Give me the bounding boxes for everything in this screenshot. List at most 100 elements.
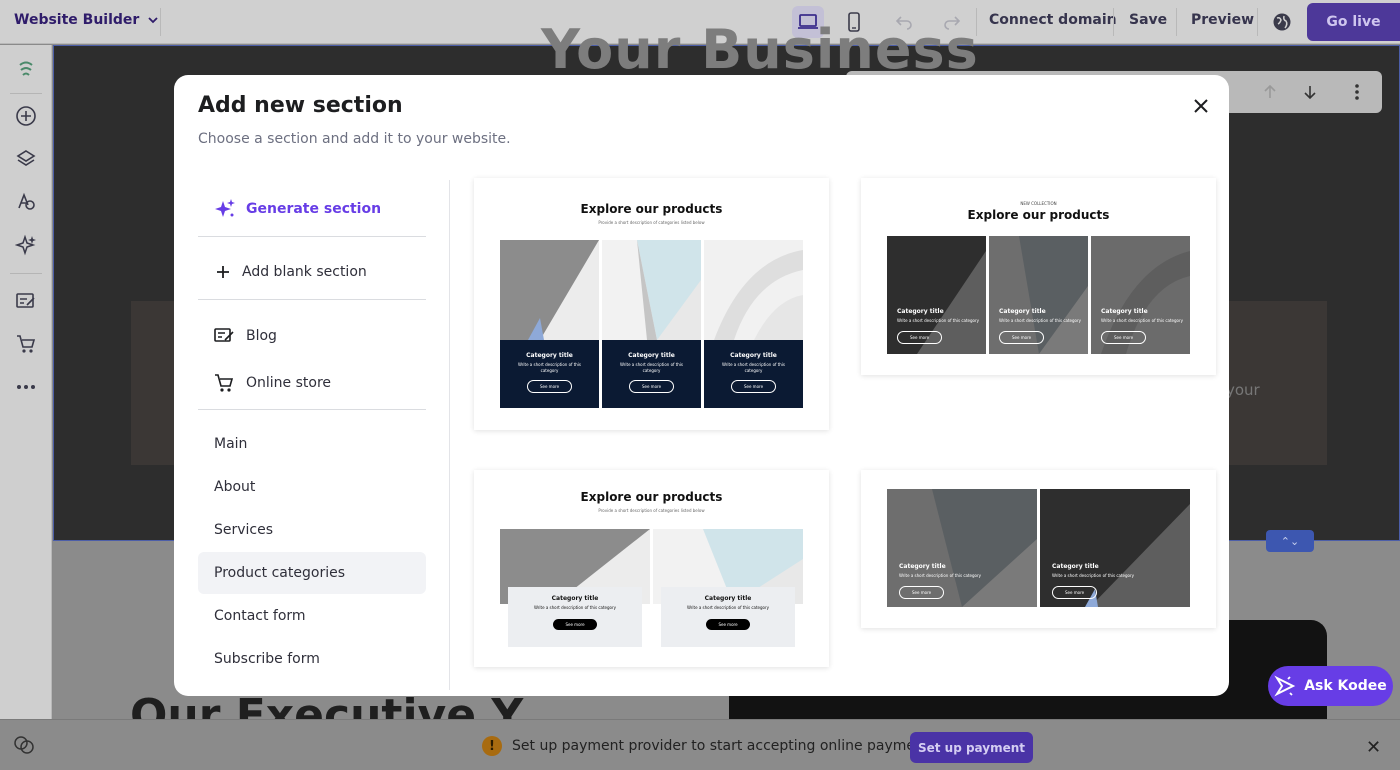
blog-icon[interactable] (12, 287, 40, 315)
category-tile: Category title Write a short description… (602, 240, 701, 408)
category-tile: Category title Write a short description… (653, 529, 803, 647)
see-more-button: See more (999, 330, 1045, 344)
category-description: Write a short description of this catego… (534, 605, 616, 610)
preview-kicker: NEW COLLECTION (1020, 201, 1057, 206)
website-builder-menu[interactable]: Website Builder (14, 12, 159, 28)
save-button[interactable]: Save (1129, 12, 1167, 28)
category-panel: Category title Write a short description… (887, 563, 1037, 599)
ask-kodee-button[interactable]: Ask Kodee (1268, 666, 1393, 706)
plus-icon (217, 266, 229, 278)
preview-description: Provide a short description of categorie… (598, 508, 705, 513)
category-title: Category title (628, 352, 675, 359)
menu-item-product-categories[interactable]: Product categories (198, 552, 426, 594)
close-icon[interactable] (1188, 93, 1214, 119)
see-more-button: See more (526, 380, 573, 394)
setup-payment-button[interactable]: Set up payment (910, 732, 1033, 763)
see-more-button: See more (1101, 330, 1147, 344)
category-description: Write a short description of this catego… (619, 362, 684, 373)
warning-icon: ! (482, 736, 502, 756)
menu-item-subscribe-form[interactable]: Subscribe form (198, 638, 426, 680)
logo-icon (12, 55, 40, 83)
menu-divider (198, 409, 426, 410)
payment-notice: ! Set up payment provider to start accep… (482, 736, 937, 756)
arrow-down-icon (1304, 86, 1316, 100)
see-more-button: See more (730, 380, 777, 394)
category-title: Category title (730, 352, 777, 359)
add-blank-section-label: Add blank section (242, 264, 367, 280)
category-description: Write a short description of this catego… (721, 362, 786, 373)
category-tile: Category title Write a short description… (500, 240, 599, 408)
collapse-section-icon: ⌃⌄ (1266, 530, 1314, 552)
preview-description: Provide a short description of categorie… (598, 220, 705, 225)
section-preview-card-2[interactable]: NEW COLLECTION Explore our products Cate… (861, 178, 1216, 375)
category-title: Category title (1052, 563, 1099, 570)
menu-item-blog[interactable]: Blog (198, 315, 426, 357)
close-notice-icon[interactable]: ✕ (1366, 737, 1381, 758)
generate-section-label: Generate section (246, 201, 382, 217)
category-tile: Category title Write a short description… (1091, 236, 1190, 354)
category-tile: Category title Write a short description… (887, 489, 1037, 607)
category-description: Write a short description of this catego… (999, 318, 1081, 323)
category-panel: Category title Write a short description… (989, 308, 1088, 344)
category-title: Category title (704, 595, 752, 602)
category-description: Write a short description of this catego… (517, 362, 582, 373)
more-icon[interactable] (12, 373, 40, 401)
menu-item-online-store[interactable]: Online store (198, 362, 426, 404)
left-rail (0, 45, 52, 770)
add-element-icon[interactable] (12, 102, 40, 130)
preview-title: Explore our products (967, 208, 1110, 222)
generate-section-button[interactable]: Generate section (198, 188, 426, 230)
add-blank-section-button[interactable]: Add blank section (198, 251, 426, 293)
category-panel: Category title Write a short description… (500, 340, 599, 408)
kebab-menu-icon (1355, 84, 1359, 100)
menu-item-services[interactable]: Services (198, 509, 426, 551)
menu-divider (198, 299, 426, 300)
help-icon[interactable] (12, 734, 36, 760)
bottom-notice-bar: ! Set up payment provider to start accep… (0, 719, 1400, 770)
layers-icon[interactable] (12, 145, 40, 173)
category-panel: Category title Write a short description… (1091, 308, 1190, 344)
category-panel: Category title Write a short description… (661, 587, 795, 647)
category-tile: Category title Write a short description… (887, 236, 986, 354)
category-panel: Category title Write a short description… (602, 340, 701, 408)
ai-tools-icon[interactable] (12, 231, 40, 259)
sparkle-icon (215, 199, 235, 217)
hero-snippet: your (1226, 381, 1260, 399)
preview-button[interactable]: Preview (1191, 12, 1254, 28)
menu-item-label: Online store (246, 375, 332, 391)
see-more-button: See more (1052, 585, 1098, 599)
add-section-modal: Add new section Choose a section and add… (174, 75, 1229, 696)
styles-icon[interactable] (12, 188, 40, 216)
store-icon[interactable] (12, 330, 40, 358)
section-preview-card-4[interactable]: Category title Write a short description… (861, 470, 1216, 628)
blog-icon (214, 328, 234, 342)
see-more-button: See more (706, 618, 750, 630)
category-tile: Category title Write a short description… (1040, 489, 1190, 607)
section-preview-card-1[interactable]: Explore our products Provide a short des… (474, 178, 829, 430)
category-panel: Category title Write a short description… (704, 340, 803, 408)
see-more-button: See more (628, 380, 675, 394)
modal-title: Add new section (198, 93, 403, 118)
category-title: Category title (999, 308, 1046, 315)
go-live-button[interactable]: Go live (1307, 3, 1400, 41)
category-title: Category title (899, 563, 946, 570)
category-panel: Category title Write a short description… (508, 587, 642, 647)
menu-item-label: Blog (246, 328, 277, 344)
category-title: Category title (526, 352, 573, 359)
category-panel: Category title Write a short description… (887, 308, 986, 344)
see-more-button: See more (899, 585, 945, 599)
divider (160, 8, 161, 36)
globe-icon[interactable] (1266, 6, 1298, 38)
category-panel: Category title Write a short description… (1040, 563, 1190, 599)
preview-title: Explore our products (580, 202, 723, 216)
category-title: Category title (551, 595, 599, 602)
menu-item-about[interactable]: About (198, 466, 426, 508)
section-preview-card-3[interactable]: Explore our products Provide a short des… (474, 470, 829, 667)
menu-item-main[interactable]: Main (198, 423, 426, 465)
menu-item-contact-form[interactable]: Contact form (198, 595, 426, 637)
chevron-down-icon (148, 17, 158, 24)
rail-divider (10, 93, 42, 94)
payment-notice-text: Set up payment provider to start accepti… (512, 738, 937, 754)
modal-divider (449, 180, 450, 690)
connect-domain-button[interactable]: Connect domain (989, 12, 1117, 28)
